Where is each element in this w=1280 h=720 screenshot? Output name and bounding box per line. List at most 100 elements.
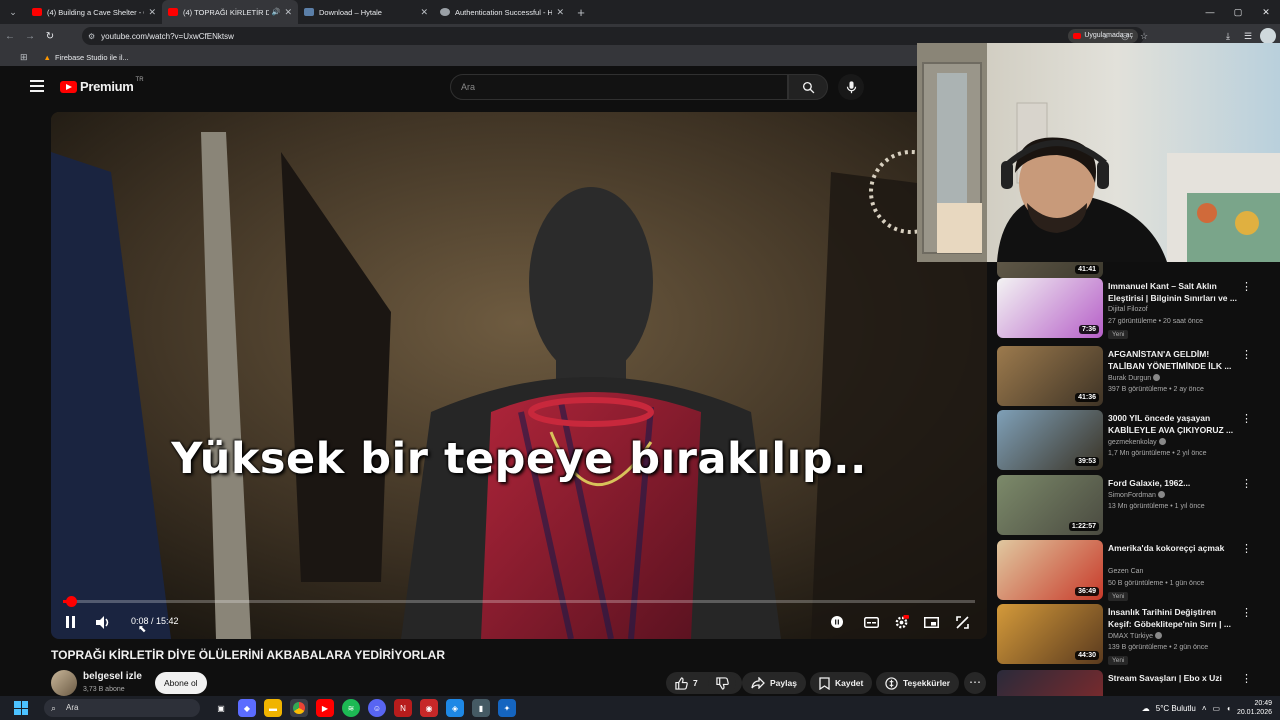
- video-thumbnail[interactable]: 36:49: [997, 540, 1103, 600]
- voice-search-button[interactable]: [838, 74, 864, 100]
- recommendation-channel[interactable]: Gezen Can: [1108, 568, 1143, 575]
- zoom-icon[interactable]: ⌕: [1098, 28, 1114, 44]
- app-icon[interactable]: ◈: [446, 699, 464, 717]
- extensions-icon[interactable]: ☰: [1240, 28, 1256, 44]
- app-icon[interactable]: ▮: [472, 699, 490, 717]
- channel-name[interactable]: belgesel izle: [83, 671, 142, 682]
- recommendation-title[interactable]: Ford Galaxie, 1962...: [1108, 477, 1238, 489]
- back-icon[interactable]: ←: [0, 31, 20, 42]
- recommendation-title[interactable]: İnsanlık Tarihini Değiştiren Keşif: Göbe…: [1108, 606, 1238, 630]
- video-thumbnail[interactable]: 41:36: [997, 346, 1103, 406]
- site-info-icon[interactable]: ⚙: [88, 32, 95, 41]
- video-thumbnail[interactable]: 41:41: [997, 262, 1103, 278]
- progress-bar[interactable]: [63, 596, 975, 607]
- search-input[interactable]: Ara: [450, 74, 788, 100]
- more-vert-icon[interactable]: ⋮: [1241, 606, 1252, 619]
- youtube-app-icon[interactable]: ▶: [316, 699, 334, 717]
- recommendation-channel[interactable]: gezmekenkolay: [1108, 438, 1166, 446]
- spotify-icon[interactable]: ≋: [342, 699, 360, 717]
- bookmark-item[interactable]: Firebase Studio ile il...: [55, 53, 129, 62]
- more-vert-icon[interactable]: ⋮: [1241, 348, 1252, 361]
- recommendation-channel[interactable]: DMAX Türkiye: [1108, 632, 1162, 640]
- recommendation-item[interactable]: 44:30 İnsanlık Tarihini Değiştiren Keşif:…: [996, 604, 1266, 666]
- video-thumbnail[interactable]: 44:30: [997, 604, 1103, 664]
- tab-close-icon[interactable]: ✕: [420, 7, 428, 18]
- download-icon[interactable]: ⤓: [1220, 28, 1236, 44]
- video-player[interactable]: Yüksek bir tepeye bırakılıp.. 0:08 / 15:…: [51, 112, 987, 639]
- file-explorer-icon[interactable]: ▬: [264, 699, 282, 717]
- youtube-logo[interactable]: Premium TR: [60, 77, 144, 94]
- copilot-icon[interactable]: ◆: [238, 699, 256, 717]
- menu-icon[interactable]: [30, 80, 44, 92]
- subtitles-button[interactable]: [861, 612, 881, 632]
- chrome-icon[interactable]: [290, 699, 308, 717]
- recommendation-title[interactable]: Immanuel Kant – Salt Aklın Eleştirisi | …: [1108, 280, 1238, 304]
- browser-tab-active[interactable]: (4) TOPRAĞI KİRLETİR DİYE 🔊 ✕: [162, 0, 298, 24]
- tab-search-icon[interactable]: ⌄: [0, 0, 26, 24]
- search-button[interactable]: [788, 74, 828, 100]
- recommendation-title[interactable]: AFGANİSTAN'A GELDİM! TALİBAN YÖNETİMİNDE…: [1108, 348, 1238, 372]
- tab-close-icon[interactable]: ✕: [284, 7, 292, 18]
- recommendation-channel[interactable]: SimonFordman: [1108, 491, 1165, 499]
- video-thumbnail[interactable]: 7:36: [997, 278, 1103, 338]
- dislike-button[interactable]: [708, 672, 736, 694]
- network-icon[interactable]: ▭: [1213, 704, 1221, 713]
- share-button[interactable]: Paylaş: [742, 672, 806, 694]
- taskbar-search-input[interactable]: ⌕ Ara: [44, 699, 200, 717]
- recommendation-item[interactable]: Stream Savaşları | Ebo x UziMind Vorteks…: [996, 670, 1266, 696]
- channel-avatar[interactable]: [51, 670, 77, 696]
- settings-button[interactable]: [891, 612, 911, 632]
- more-vert-icon[interactable]: ⋮: [1241, 542, 1252, 555]
- clock[interactable]: 20:49 20.01.2026: [1237, 699, 1272, 717]
- app-icon[interactable]: ◉: [420, 699, 438, 717]
- more-actions-button[interactable]: ⋯: [964, 672, 986, 694]
- recommendation-item[interactable]: 7:36 Immanuel Kant – Salt Aklın Eleştiris…: [996, 278, 1266, 340]
- new-tab-button[interactable]: +: [570, 5, 592, 20]
- app-icon[interactable]: ✦: [498, 699, 516, 717]
- subscribe-button[interactable]: Abone ol: [155, 672, 207, 694]
- close-window-icon[interactable]: ✕: [1252, 0, 1280, 24]
- recommendation-channel[interactable]: Dijital Filozof: [1108, 306, 1148, 313]
- video-thumbnail[interactable]: [997, 670, 1103, 696]
- autoplay-toggle[interactable]: [827, 612, 847, 632]
- thanks-button[interactable]: Teşekkürler: [876, 672, 960, 694]
- save-button[interactable]: Kaydet: [810, 672, 873, 694]
- speaker-icon[interactable]: 🔊: [272, 8, 281, 16]
- more-vert-icon[interactable]: ⋮: [1241, 280, 1252, 293]
- recommendation-item[interactable]: 39:53 3000 YIL öncede yaşayan KABİLEYLE A…: [996, 410, 1266, 472]
- speaker-icon[interactable]: ◖: [1226, 704, 1231, 713]
- recommendation-item[interactable]: 1:22:57 Ford Galaxie, 1962... SimonFordman…: [996, 475, 1266, 537]
- video-thumbnail[interactable]: 1:22:57: [997, 475, 1103, 535]
- apps-grid-icon[interactable]: ⊞: [20, 52, 28, 63]
- bookmark-star-icon[interactable]: ☆: [1136, 28, 1152, 44]
- browser-tab[interactable]: (4) Building a Cave Shelter - CA ✕: [26, 0, 162, 24]
- reload-icon[interactable]: ↻: [40, 31, 60, 42]
- recommendation-item[interactable]: 36:49 Amerika'da kokoreççi açmak Gezen Can…: [996, 540, 1266, 602]
- video-thumbnail[interactable]: 39:53: [997, 410, 1103, 470]
- recommendation-channel[interactable]: Burak Durgun: [1108, 374, 1161, 382]
- recommendation-title[interactable]: 3000 YIL öncede yaşayan KABİLEYLE AVA ÇI…: [1108, 412, 1238, 436]
- more-vert-icon[interactable]: ⋮: [1241, 672, 1252, 685]
- eye-off-icon[interactable]: ◎: [1117, 28, 1133, 44]
- forward-icon[interactable]: →: [20, 31, 40, 42]
- maximize-icon[interactable]: ▢: [1224, 0, 1252, 24]
- miniplayer-button[interactable]: [921, 612, 941, 632]
- browser-tab[interactable]: Download – Hytale ✕: [298, 0, 434, 24]
- windows-start-icon[interactable]: [14, 701, 28, 715]
- minimize-icon[interactable]: —: [1196, 0, 1224, 24]
- recommendation-title[interactable]: Stream Savaşları | Ebo x Uzi: [1108, 672, 1238, 684]
- pause-button[interactable]: [61, 612, 81, 632]
- fullscreen-button[interactable]: [952, 612, 972, 632]
- more-vert-icon[interactable]: ⋮: [1241, 477, 1252, 490]
- volume-button[interactable]: [93, 612, 113, 632]
- weather-text[interactable]: 5°C Bulutlu: [1156, 704, 1196, 713]
- scrubber-handle[interactable]: [65, 596, 77, 607]
- task-view-icon[interactable]: ▣: [212, 699, 230, 717]
- discord-icon[interactable]: ☺: [368, 699, 386, 717]
- browser-tab[interactable]: Authentication Successful - Hyt ✕: [434, 0, 570, 24]
- recommendation-title[interactable]: Amerika'da kokoreççi açmak: [1108, 542, 1238, 554]
- recommendation-item[interactable]: 41:36 AFGANİSTAN'A GELDİM! TALİBAN YÖNETİ…: [996, 346, 1266, 408]
- profile-avatar[interactable]: [1260, 28, 1276, 44]
- tab-close-icon[interactable]: ✕: [148, 7, 156, 18]
- tab-close-icon[interactable]: ✕: [556, 7, 564, 18]
